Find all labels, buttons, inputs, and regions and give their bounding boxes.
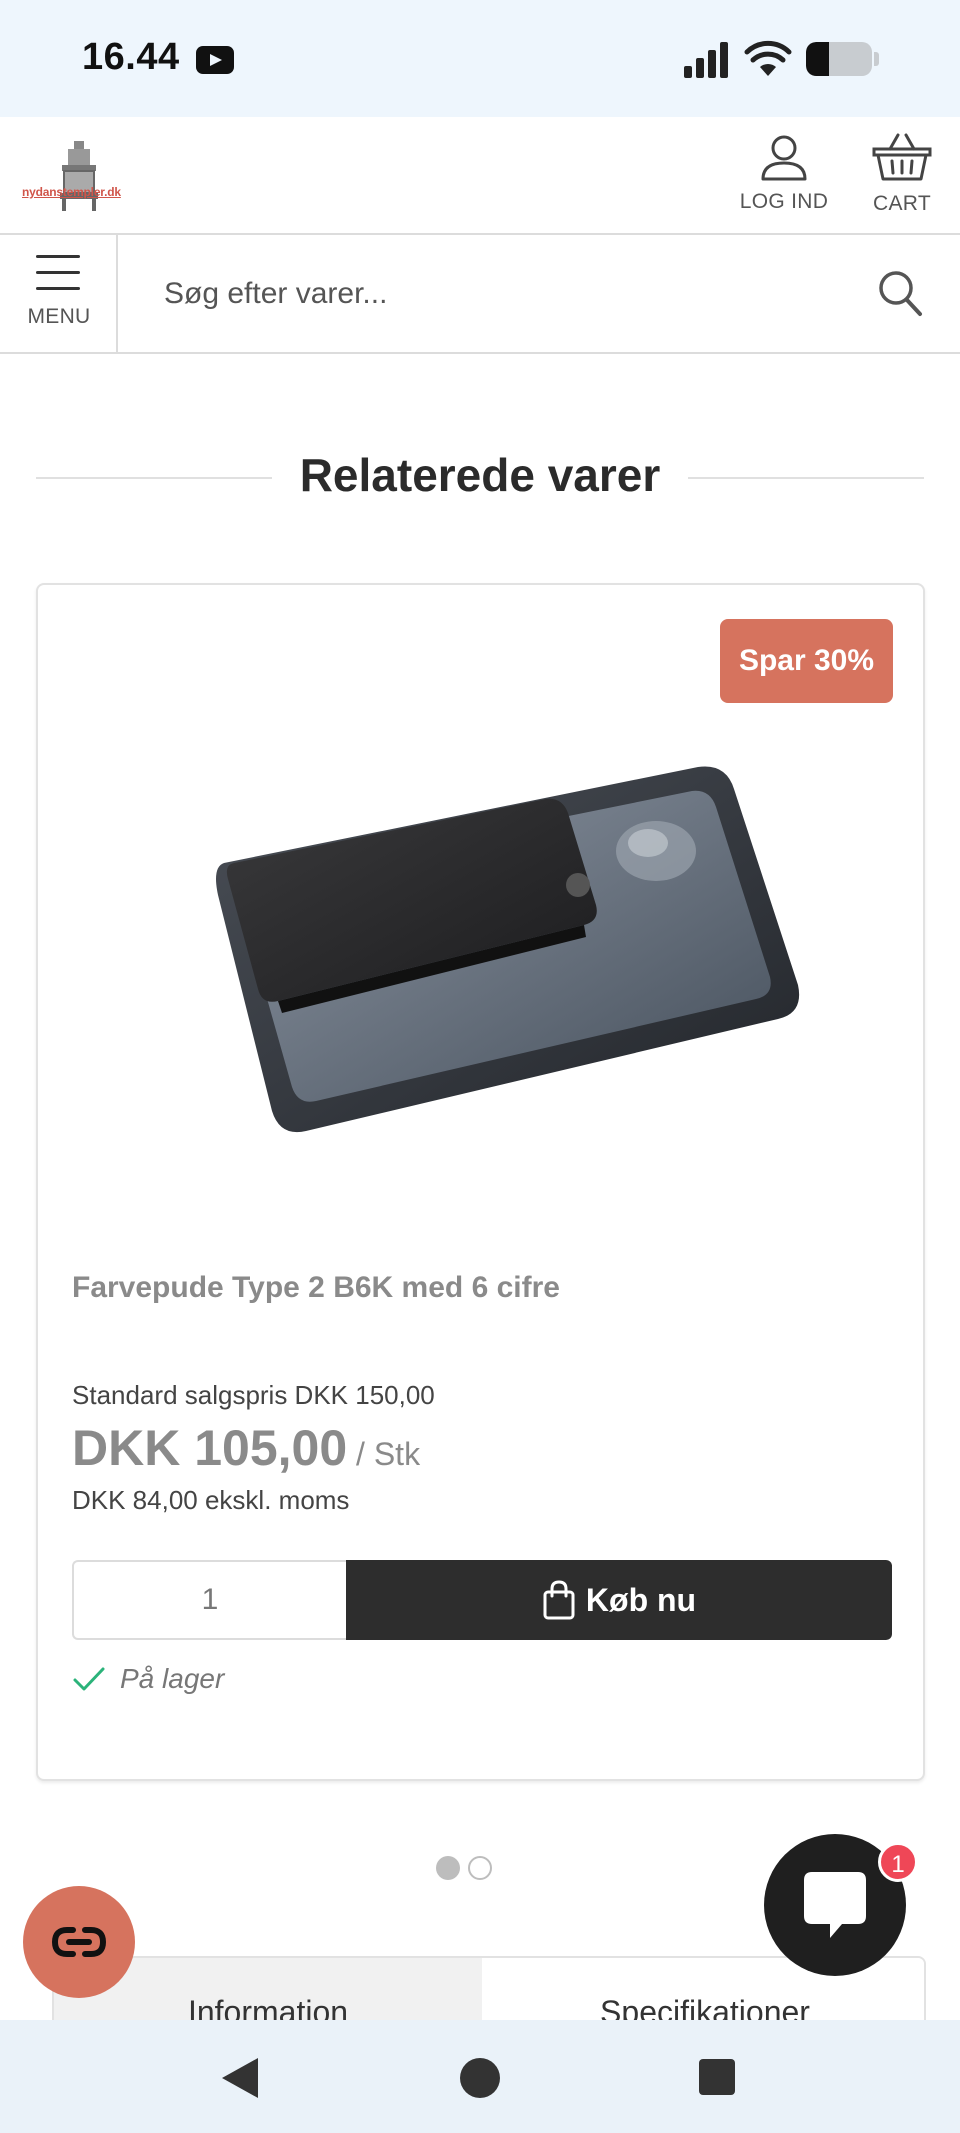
product-price: DKK 105,00 / Stk: [72, 1419, 420, 1477]
menu-label: MENU: [27, 305, 91, 328]
divider: [688, 477, 924, 479]
price-ex-vat: DKK 84,00 ekskl. moms: [72, 1485, 350, 1515]
cart-button[interactable]: CART: [862, 133, 942, 216]
divider: [36, 477, 272, 479]
hamburger-icon: [36, 255, 80, 291]
basket-icon: [872, 133, 932, 181]
product-name[interactable]: Farvepude Type 2 B6K med 6 cifre: [72, 1271, 560, 1305]
product-card: Spar 30% Farvepude Type 2 B6K med 6 cifr…: [36, 583, 925, 1781]
stock-status: På lager: [72, 1663, 224, 1695]
product-image[interactable]: [178, 755, 818, 1135]
section-title: Relaterede varer: [299, 449, 661, 501]
login-button[interactable]: LOG IND: [738, 133, 830, 214]
status-bar: 16.44: [0, 0, 960, 117]
page: 16.44 nydanstempler.dk LOG IND CART MENU…: [0, 0, 960, 2133]
user-icon: [761, 135, 807, 181]
accessibility-button[interactable]: [23, 1886, 135, 1998]
youtube-notification-icon: [196, 46, 234, 74]
carousel-dot-2[interactable]: [468, 1856, 492, 1880]
recent-apps-icon[interactable]: [699, 2059, 735, 2095]
price-value: DKK 105,00: [72, 1420, 348, 1476]
battery-icon: [806, 42, 880, 76]
quantity-input[interactable]: 1: [72, 1560, 346, 1640]
site-header: nydanstempler.dk LOG IND CART: [0, 117, 960, 235]
shopping-bag-icon: [543, 1580, 575, 1620]
search-icon[interactable]: [876, 268, 924, 318]
home-icon[interactable]: [460, 2058, 500, 2098]
chat-notification-badge: 1: [878, 1842, 918, 1882]
search-bar: MENU: [0, 235, 960, 354]
system-navigation-bar: [0, 2020, 960, 2133]
buy-now-button[interactable]: Køb nu: [346, 1560, 892, 1640]
price-unit: / Stk: [347, 1436, 421, 1472]
cart-label: CART: [873, 192, 931, 215]
stock-label: På lager: [120, 1663, 225, 1694]
buy-now-label: Køb nu: [585, 1582, 697, 1618]
search-input[interactable]: [164, 267, 844, 321]
back-icon[interactable]: [222, 2058, 258, 2098]
signal-icon: [684, 40, 734, 78]
standard-price: Standard salgspris DKK 150,00: [72, 1380, 435, 1410]
carousel-dot-1[interactable]: [436, 1856, 460, 1880]
carousel-pagination: [436, 1856, 496, 1882]
discount-badge: Spar 30%: [720, 619, 893, 703]
stamp-logo-icon: [60, 141, 98, 211]
logo-text: nydanstempler.dk: [22, 185, 121, 199]
link-icon: [51, 1927, 107, 1957]
site-logo[interactable]: nydanstempler.dk: [22, 139, 140, 213]
related-products-heading: Relaterede varer: [36, 440, 924, 510]
status-time: 16.44: [82, 36, 180, 78]
menu-button[interactable]: MENU: [0, 235, 118, 352]
login-label: LOG IND: [739, 190, 829, 213]
check-icon: [73, 1667, 105, 1691]
wifi-icon: [744, 40, 792, 76]
